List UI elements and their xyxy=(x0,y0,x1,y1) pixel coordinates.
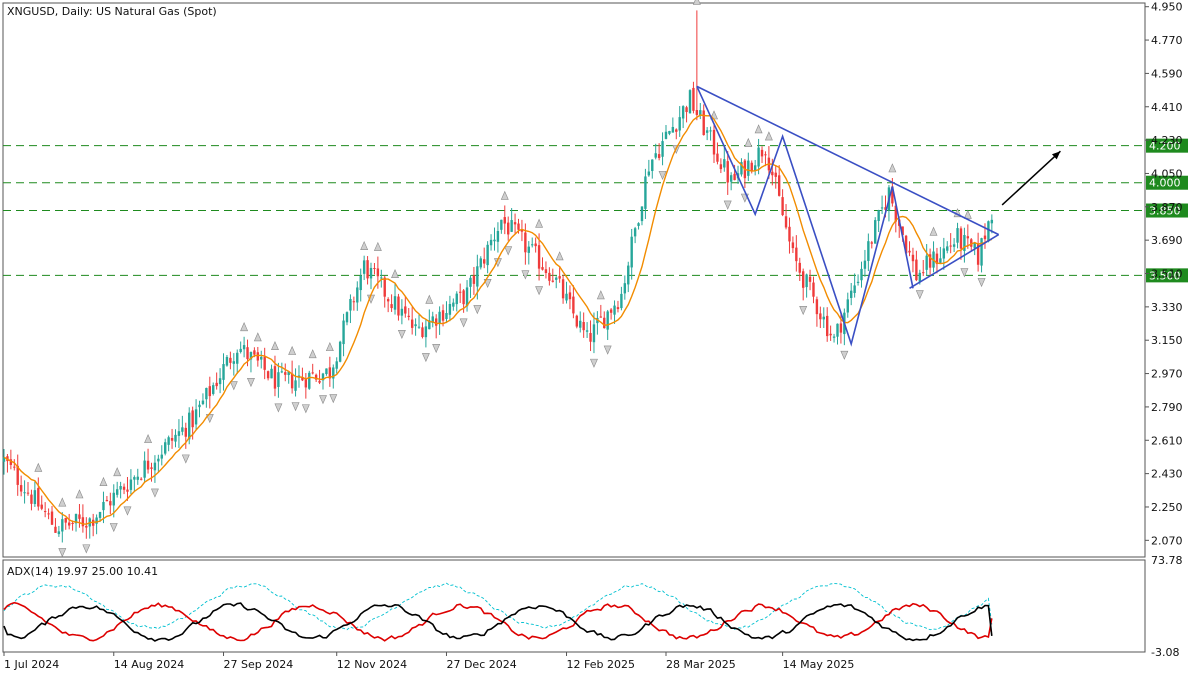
x-tick-label: 28 Mar 2025 xyxy=(666,658,736,671)
candle xyxy=(575,314,579,329)
indicator-y-tick-label: -3.08 xyxy=(1151,646,1179,659)
y-tick-label: 4.050 xyxy=(1151,167,1183,180)
y-tick-label: 3.330 xyxy=(1151,301,1183,314)
candle xyxy=(987,220,990,243)
y-tick-label: 2.970 xyxy=(1151,368,1183,381)
indicator-y-tick-label: 73.78 xyxy=(1151,554,1183,567)
main-panel-frame xyxy=(2,2,1146,558)
y-tick-label: 2.430 xyxy=(1151,468,1183,481)
x-tick-label: 27 Dec 2024 xyxy=(446,658,516,671)
chart-title: XNGUSD, Daily: US Natural Gas (Spot) xyxy=(7,5,217,18)
y-tick-label: 3.150 xyxy=(1151,334,1183,347)
fractal-up-marker xyxy=(692,0,701,5)
x-tick-label: 27 Sep 2024 xyxy=(224,658,294,671)
candle xyxy=(688,89,692,114)
x-tick-label: 14 Aug 2024 xyxy=(114,658,184,671)
y-tick-label: 3.870 xyxy=(1151,201,1183,214)
x-tick-label: 1 Jul 2024 xyxy=(4,658,59,671)
y-tick-label: 3.690 xyxy=(1151,234,1183,247)
y-tick-label: 2.790 xyxy=(1151,401,1183,414)
y-tick-label: 4.230 xyxy=(1151,134,1183,147)
y-tick-label: 2.070 xyxy=(1151,534,1183,547)
y-tick-label: 4.950 xyxy=(1151,1,1183,14)
x-tick-label: 12 Feb 2025 xyxy=(567,658,635,671)
y-tick-label: 2.250 xyxy=(1151,501,1183,514)
x-tick-label: 12 Nov 2024 xyxy=(337,658,407,671)
x-tick-label: 14 May 2025 xyxy=(783,658,855,671)
candle xyxy=(308,370,311,390)
chart-canvas: 4.2004.0003.8503.500 4.9504.7704.5904.41… xyxy=(2,0,1188,671)
candle xyxy=(874,217,877,244)
y-tick-label: 3.510 xyxy=(1151,268,1183,281)
y-tick-label: 2.610 xyxy=(1151,434,1183,447)
y-tick-label: 4.410 xyxy=(1151,101,1183,114)
candle xyxy=(338,340,342,363)
indicator-title: ADX(14) 19.97 25.00 10.41 xyxy=(7,565,158,578)
y-tick-label: 4.770 xyxy=(1151,34,1183,47)
y-tick-label: 4.590 xyxy=(1151,67,1183,80)
main-chart-panel xyxy=(2,2,1146,558)
